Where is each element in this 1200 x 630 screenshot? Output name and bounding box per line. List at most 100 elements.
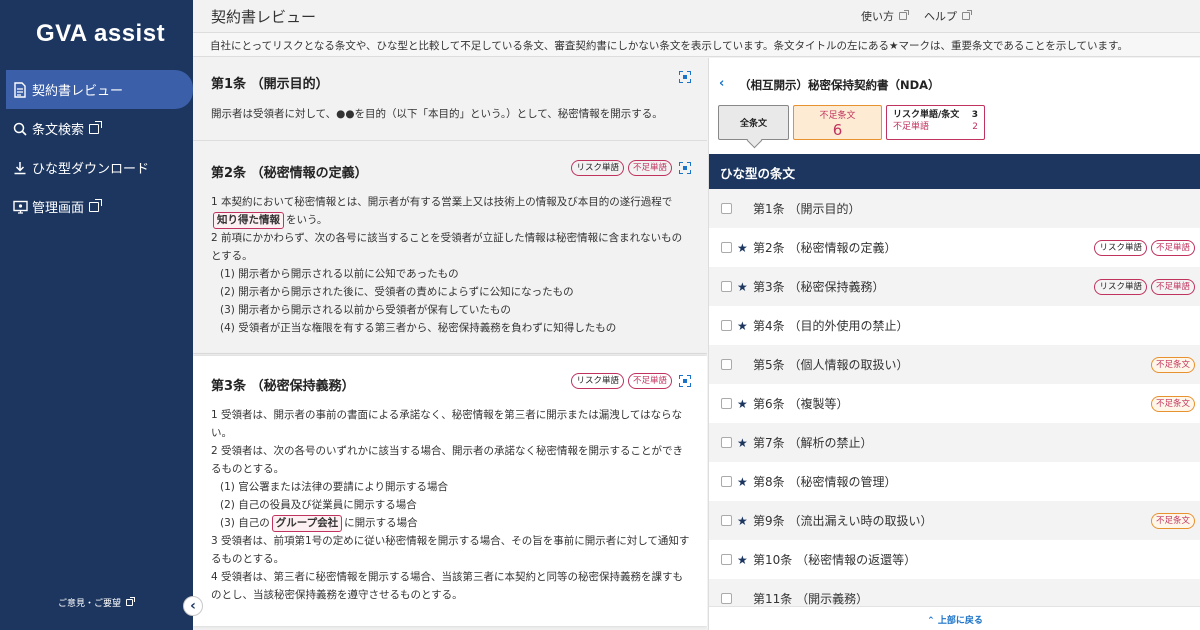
article-title: 第2条 （秘密情報の定義） [211, 166, 368, 181]
template-article-row[interactable]: 第5条 （個人情報の取扱い） 不足条文 [709, 345, 1200, 384]
template-article-row[interactable]: ★ 第2条 （秘密情報の定義） リスク単語 不足単語 [709, 228, 1200, 267]
article-item: (1) 開示者から開示される以前に公知であったもの [220, 268, 459, 280]
article-label: 第2条 （秘密情報の定義） [753, 241, 897, 255]
filter-risk-words[interactable]: リスク単語/条文 3 不足単語 2 [886, 105, 985, 140]
back-to-top-link[interactable]: ⌃ 上部に戻る [709, 606, 1200, 630]
article-checkbox[interactable] [721, 359, 732, 370]
article-checkbox[interactable] [721, 515, 732, 526]
article-1[interactable]: 第1条 （開示目的） 開示者は受領者に対して、●●を目的（以下「本目的」という。… [193, 58, 707, 141]
risk-count: 3 [971, 110, 978, 120]
template-article-list: 第1条 （開示目的） ★ 第2条 （秘密情報の定義） リスク単語 不足単語 ★ 第3条 （秘… [709, 189, 1200, 618]
article-checkbox[interactable] [721, 476, 732, 487]
article-paragraph: 3 受領者は、前項第1号の定めに従い秘密情報を開示する場合、その旨を事前に開示者… [211, 535, 690, 565]
missing-word-count: 2 [972, 122, 978, 132]
article-2[interactable]: 第2条 （秘密情報の定義） リスク単語 不足単語 1 本契約において秘密情報とは… [193, 142, 707, 354]
article-label: 第7条 （解析の禁止） [753, 436, 873, 450]
filter-all-articles[interactable]: 全条文 [718, 105, 789, 140]
article-item: (1) 官公署または法律の要請により開示する場合 [220, 481, 449, 493]
sidebar-collapse-button[interactable]: ‹ [183, 596, 203, 616]
important-star-icon: ★ [737, 513, 748, 528]
filter-label: 全条文 [739, 119, 767, 129]
article-checkbox[interactable] [721, 242, 732, 253]
back-chevron-icon[interactable]: ‹ [719, 76, 724, 91]
article-title: 第1条 （開示目的） [211, 77, 329, 92]
sidebar-item-contract-review[interactable]: 契約書レビュー [6, 70, 193, 109]
article-paragraph: 2 前項にかかわらず、次の各号に該当することを受領者が立証した情報は秘密情報に含… [211, 232, 683, 262]
search-icon [10, 122, 30, 136]
article-checkbox[interactable] [721, 593, 732, 604]
article-body: 1 受領者は、開示者の事前の書面による承諾なく、秘密情報を第三者に開示または漏洩… [211, 406, 691, 604]
article-label: 第10条 （秘密情報の返還等） [753, 553, 917, 567]
filter-missing-articles[interactable]: 不足条文 6 [793, 105, 882, 140]
missing-word-badge: 不足単語 [1150, 278, 1195, 295]
article-checkbox[interactable] [721, 203, 732, 214]
feedback-label: ご意見・ご要望 [58, 599, 122, 609]
external-link-icon [962, 10, 972, 20]
article-checkbox[interactable] [721, 281, 732, 292]
template-article-row[interactable]: ★ 第10条 （秘密情報の返還等） [709, 540, 1200, 579]
feedback-link[interactable]: ご意見・ご要望 [58, 596, 136, 609]
expand-icon[interactable] [679, 375, 691, 387]
help-link[interactable]: ヘルプ [924, 8, 972, 24]
article-label: 第5条 （個人情報の取扱い） [753, 358, 909, 372]
template-article-row[interactable]: ★ 第7条 （解析の禁止） [709, 423, 1200, 462]
expand-icon[interactable] [679, 162, 691, 174]
article-body: 開示者は受領者に対して、●●を目的（以下「本目的」という。）として、秘密情報を開… [211, 108, 663, 120]
document-title: （相互開示）秘密保持契約書（NDA） [739, 78, 940, 92]
missing-article-badge: 不足条文 [1150, 356, 1195, 373]
article-checkbox[interactable] [721, 398, 732, 409]
download-icon [10, 161, 30, 175]
info-bar: 自社にとってリスクとなる条文や、ひな型と比較して不足している条文、審査契約書にし… [193, 33, 1200, 57]
document-header: ‹ （相互開示）秘密保持契約書（NDA） 全条文 不足条文 6 リスク単語/条文… [709, 58, 1200, 154]
sidebar-item-article-search[interactable]: 条文検索 [0, 109, 193, 148]
important-star-icon: ★ [737, 240, 748, 255]
article-body: 1 本契約において秘密情報とは、開示者が有する営業上又は技術上の情報及び本目的の… [211, 193, 691, 337]
chevron-left-icon: ‹ [190, 598, 196, 614]
article-checkbox[interactable] [721, 437, 732, 448]
sidebar-item-label: 契約書レビュー [32, 84, 124, 99]
template-article-row[interactable]: ★ 第8条 （秘密情報の管理） [709, 462, 1200, 501]
important-star-icon: ★ [737, 318, 748, 333]
filter-label: リスク単語/条文 [893, 110, 960, 120]
template-article-row[interactable]: ★ 第9条 （流出漏えい時の取扱い） 不足条文 [709, 501, 1200, 540]
important-star-icon: ★ [737, 552, 748, 567]
filter-label: 不足単語 [893, 122, 930, 132]
risk-word-badge: リスク単語 [571, 373, 624, 389]
header: 契約書レビュー 使い方 ヘルプ [193, 0, 1200, 33]
highlighted-word[interactable]: 知り得た情報 [213, 212, 284, 229]
article-label: 第6条 （複製等） [753, 397, 849, 411]
sidebar-nav: 契約書レビュー 条文検索 ひな型ダウンロード 管理画面 [0, 70, 193, 226]
missing-article-badge: 不足条文 [1150, 395, 1195, 412]
template-article-row[interactable]: ★ 第6条 （複製等） 不足条文 [709, 384, 1200, 423]
article-label: 第3条 （秘密保持義務） [753, 280, 885, 294]
help-label: ヘルプ [924, 10, 957, 23]
sidebar-item-template-download[interactable]: ひな型ダウンロード [0, 148, 193, 187]
article-checkbox[interactable] [721, 554, 732, 565]
article-3[interactable]: 第3条 （秘密保持義務） リスク単語 不足単語 1 受領者は、開示者の事前の書面… [193, 356, 707, 626]
sidebar: GVA assist 契約書レビュー 条文検索 ひな型ダウンロード 管理画面 ご… [0, 0, 193, 630]
article-label: 第9条 （流出漏えい時の取扱い） [753, 514, 933, 528]
template-article-row[interactable]: 第1条 （開示目的） [709, 189, 1200, 228]
missing-word-badge: 不足単語 [627, 373, 672, 389]
page-title: 契約書レビュー [211, 8, 317, 26]
template-panel: ‹ （相互開示）秘密保持契約書（NDA） 全条文 不足条文 6 リスク単語/条文… [708, 58, 1200, 630]
filter-label: 不足条文 [819, 111, 856, 121]
article-item: (4) 受領者が正当な権限を有する第三者から、秘密保持義務を負わずに知得したもの [220, 322, 617, 334]
highlighted-word[interactable]: グループ会社 [271, 515, 343, 532]
logo[interactable]: GVA assist [36, 20, 165, 48]
article-checkbox[interactable] [721, 320, 732, 331]
missing-word-badge: 不足単語 [1150, 239, 1195, 256]
expand-icon[interactable] [679, 71, 691, 83]
sidebar-item-admin[interactable]: 管理画面 [0, 187, 193, 226]
article-title: 第3条 （秘密保持義務） [211, 379, 355, 394]
external-link-icon [899, 10, 909, 20]
missing-article-badge: 不足条文 [1150, 512, 1195, 529]
risk-word-badge: リスク単語 [1094, 239, 1147, 256]
usage-link[interactable]: 使い方 [861, 8, 909, 24]
article-text: に開示する場合 [344, 517, 418, 529]
contract-articles[interactable]: 第1条 （開示目的） 開示者は受領者に対して、●●を目的（以下「本目的」という。… [193, 58, 707, 630]
important-star-icon: ★ [737, 474, 748, 489]
template-article-row[interactable]: ★ 第3条 （秘密保持義務） リスク単語 不足単語 [709, 267, 1200, 306]
sidebar-item-label: 条文検索 [32, 123, 85, 138]
template-article-row[interactable]: ★ 第4条 （目的外使用の禁止） [709, 306, 1200, 345]
